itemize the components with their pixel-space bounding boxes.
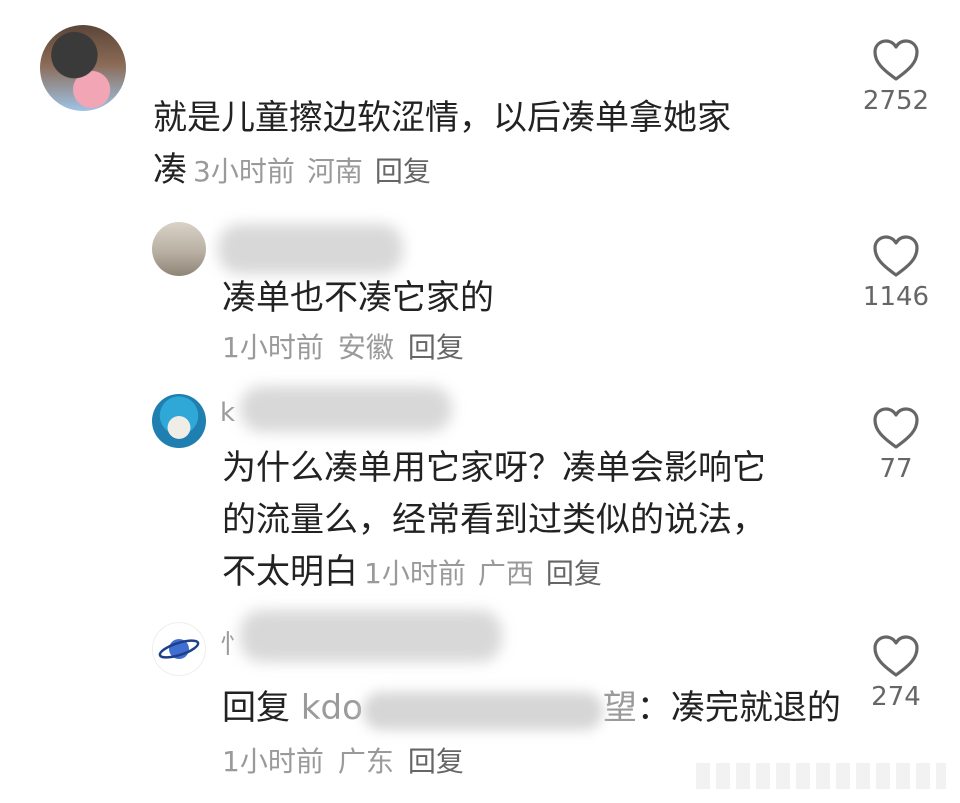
- reply-button[interactable]: 回复: [408, 745, 464, 778]
- reply-prefix: 回复: [222, 688, 290, 728]
- comment-location: 广东: [337, 745, 394, 778]
- like-count: 1146: [862, 282, 930, 312]
- comment-time: 1小时前: [364, 557, 466, 590]
- username-prefix: k: [220, 398, 236, 428]
- username-redacted: [240, 386, 452, 432]
- reply-text: ：凑完就退的: [636, 688, 841, 728]
- heart-outline-icon: [873, 235, 919, 277]
- like-count: 274: [871, 682, 921, 712]
- username-redacted: [240, 610, 502, 662]
- comment-time: 3小时前: [193, 155, 295, 188]
- reply-target-redacted: [363, 690, 603, 730]
- comment-location: 河南: [306, 155, 363, 188]
- like-button[interactable]: 77: [851, 406, 941, 484]
- like-button[interactable]: 274: [851, 634, 941, 712]
- comment-meta: 3小时前 河南 回复: [193, 155, 443, 188]
- reply-target-name[interactable]: kdo 望: [301, 688, 637, 728]
- avatar[interactable]: [40, 25, 126, 111]
- like-count: 77: [879, 454, 913, 484]
- watermark: [696, 763, 946, 789]
- avatar[interactable]: [152, 394, 206, 448]
- comment-time: 1小时前: [222, 745, 324, 778]
- like-button[interactable]: 1146: [851, 234, 941, 312]
- planet-icon: [158, 639, 200, 659]
- comment-text: 凑单也不凑它家的: [222, 278, 494, 318]
- reply-button[interactable]: 回复: [546, 557, 602, 590]
- comment-location: 安徽: [337, 331, 394, 364]
- comment-text: 为什么凑单用它家呀？凑单会影响它 的流量么，经常看到过类似的说法， 不太明白 1小…: [222, 448, 766, 592]
- comment-text: 回复 kdo 望：凑完就退的: [222, 682, 841, 734]
- like-button[interactable]: 2752: [851, 38, 941, 116]
- avatar[interactable]: [152, 222, 206, 276]
- like-count: 2752: [862, 86, 930, 116]
- comment-meta: 1小时前 广西 回复: [364, 557, 614, 590]
- heart-outline-icon: [873, 635, 919, 677]
- comment-meta: 1小时前 安徽 回复: [222, 326, 478, 366]
- heart-outline-icon: [873, 39, 919, 81]
- comment-time: 1小时前: [222, 331, 324, 364]
- comment-text-line: 凑: [153, 150, 187, 190]
- comment-text-line: 不太明白: [222, 552, 358, 592]
- comment-meta: 1小时前 广东 回复: [222, 740, 478, 780]
- heart-outline-icon: [873, 407, 919, 449]
- username-redacted: [218, 224, 403, 274]
- reply-button[interactable]: 回复: [408, 331, 464, 364]
- reply-button[interactable]: 回复: [375, 155, 431, 188]
- comment-text: 就是儿童擦边软涩情，以后凑单拿她家 凑 3小时前 河南 回复: [153, 98, 731, 190]
- avatar[interactable]: [152, 622, 206, 676]
- comment-location: 广西: [477, 557, 534, 590]
